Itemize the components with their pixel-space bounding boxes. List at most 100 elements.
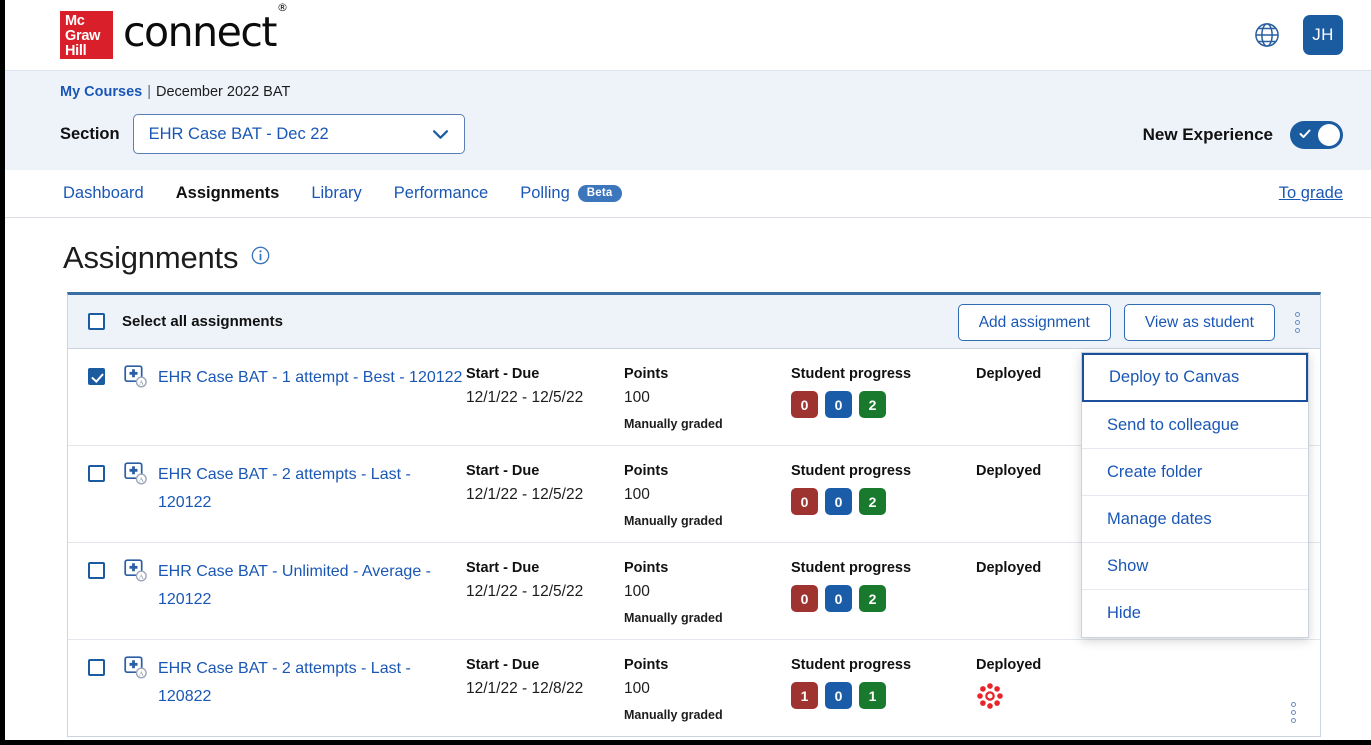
dates-value: 12/1/22 - 12/5/22 — [466, 583, 584, 600]
dates-header: Start - Due — [466, 657, 540, 673]
dates-header: Start - Due — [466, 463, 540, 479]
menu-item-create-folder[interactable]: Create folder — [1082, 449, 1308, 496]
status-badge: 2 — [859, 585, 886, 612]
toolbar-actions: Add assignment View as student — [957, 304, 1306, 341]
view-as-student-button[interactable]: View as student — [1123, 304, 1275, 341]
row-select-cell — [88, 460, 124, 487]
row-checkbox[interactable] — [88, 562, 105, 579]
mcgraw-hill-line3: Hill — [65, 43, 87, 59]
tab-polling[interactable]: Polling Beta — [520, 184, 622, 203]
mcgraw-hill-connect-logo[interactable]: Mc Graw Hill connect® — [60, 1, 288, 59]
new-experience-toggle[interactable] — [1290, 121, 1343, 149]
brand-header: Mc Graw Hill connect® JH — [5, 0, 1371, 70]
points-cell: Points 100 Manually graded — [624, 363, 791, 431]
connect-text: connect — [123, 8, 277, 56]
student-progress-header: Student progress — [791, 366, 912, 382]
menu-item-manage-dates[interactable]: Manage dates — [1082, 496, 1308, 543]
student-progress-cell: Student progress 0 0 2 — [791, 557, 976, 612]
deployed-header: Deployed — [976, 657, 1042, 673]
row-kebab-menu-icon[interactable] — [1284, 702, 1302, 723]
progress-badges: 0 0 2 — [791, 585, 976, 612]
menu-item-show[interactable]: Show — [1082, 543, 1308, 590]
svg-text:A: A — [139, 573, 144, 580]
section-select[interactable]: EHR Case BAT - Dec 22 — [132, 114, 465, 154]
tab-performance[interactable]: Performance — [394, 184, 488, 203]
assignment-name-link[interactable]: EHR Case BAT - 1 attempt - Best - 120122 — [158, 369, 462, 386]
tab-dashboard[interactable]: Dashboard — [63, 184, 144, 203]
page-title: Assignments — [63, 240, 239, 275]
tab-assignments[interactable]: Assignments — [176, 184, 280, 203]
canvas-logo-icon — [977, 683, 1003, 709]
dates-cell: Start - Due 12/1/22 - 12/5/22 — [466, 460, 624, 508]
breadcrumb-my-courses-link[interactable]: My Courses — [60, 84, 142, 100]
chevron-down-icon — [432, 129, 448, 139]
status-badge: 1 — [859, 682, 886, 709]
assignment-name-link[interactable]: EHR Case BAT - 2 attempts - Last - 12082… — [158, 660, 411, 705]
points-header: Points — [624, 463, 669, 479]
dates-cell: Start - Due 12/1/22 - 12/5/22 — [466, 363, 624, 411]
tab-library[interactable]: Library — [311, 184, 361, 203]
assignments-table-toolbar: Select all assignments Add assignment Vi… — [68, 295, 1320, 349]
dates-value: 12/1/22 - 12/5/22 — [466, 389, 584, 406]
status-badge: 1 — [791, 682, 818, 709]
assignment-name-cell: EHR Case BAT - 1 attempt - Best - 120122 — [158, 363, 466, 392]
assignment-type-cell: A — [124, 557, 158, 588]
grading-mode: Manually graded — [624, 708, 723, 722]
student-progress-cell: Student progress 1 0 1 — [791, 654, 976, 709]
tab-assignments-label: Assignments — [175, 184, 280, 202]
points-header: Points — [624, 560, 669, 576]
dates-cell: Start - Due 12/1/22 - 12/5/22 — [466, 557, 624, 605]
status-badge: 0 — [825, 682, 852, 709]
status-badge: 0 — [825, 585, 852, 612]
points-cell: Points 100 Manually graded — [624, 557, 791, 625]
breadcrumb: My Courses | December 2022 BAT — [60, 84, 1343, 100]
avatar-initials: JH — [1312, 25, 1334, 44]
select-all-label: Select all assignments — [122, 313, 283, 330]
add-assignment-button[interactable]: Add assignment — [957, 304, 1111, 341]
assignment-type-cell: A — [124, 654, 158, 685]
beta-badge: Beta — [577, 185, 622, 202]
grading-mode: Manually graded — [624, 417, 723, 431]
dates-header: Start - Due — [466, 560, 540, 576]
student-progress-header: Student progress — [791, 657, 912, 673]
section-select-value: EHR Case BAT - Dec 22 — [148, 124, 329, 143]
student-progress-cell: Student progress 0 0 2 — [791, 460, 976, 515]
progress-badges: 1 0 1 — [791, 682, 976, 709]
connect-wordmark: connect® — [123, 1, 288, 56]
kebab-menu-icon[interactable] — [1288, 312, 1306, 333]
new-experience-toggle-group: New Experience — [1143, 121, 1343, 149]
globe-icon[interactable] — [1253, 21, 1281, 49]
ehr-case-icon: A — [124, 559, 147, 582]
select-all-checkbox[interactable] — [88, 313, 105, 330]
to-grade-link[interactable]: To grade — [1279, 184, 1343, 203]
ehr-case-icon: A — [124, 365, 147, 388]
points-value: 100 — [624, 583, 650, 600]
section-label: Section — [60, 124, 120, 143]
menu-item-deploy-to-canvas[interactable]: Deploy to Canvas — [1082, 353, 1308, 402]
points-cell: Points 100 Manually graded — [624, 654, 791, 722]
status-badge: 0 — [791, 391, 818, 418]
assignment-name-link[interactable]: EHR Case BAT - Unlimited - Average - 120… — [158, 563, 431, 608]
menu-item-send-to-colleague[interactable]: Send to colleague — [1082, 402, 1308, 449]
row-checkbox[interactable] — [88, 659, 105, 676]
menu-item-hide[interactable]: Hide — [1082, 590, 1308, 637]
points-cell: Points 100 Manually graded — [624, 460, 791, 528]
status-badge: 0 — [791, 585, 818, 612]
dates-cell: Start - Due 12/1/22 - 12/8/22 — [466, 654, 624, 702]
status-badge: 2 — [859, 488, 886, 515]
avatar[interactable]: JH — [1303, 15, 1343, 55]
row-checkbox[interactable] — [88, 368, 105, 385]
row-select-cell — [88, 654, 124, 681]
assignment-name-cell: EHR Case BAT - Unlimited - Average - 120… — [158, 557, 466, 614]
tab-performance-label: Performance — [393, 184, 489, 202]
info-icon[interactable] — [251, 246, 270, 270]
assignment-name-link[interactable]: EHR Case BAT - 2 attempts - Last - 12012… — [158, 466, 411, 511]
progress-badges: 0 0 2 — [791, 488, 976, 515]
row-checkbox[interactable] — [88, 465, 105, 482]
page-title-row: Assignments — [5, 218, 1371, 292]
table-row[interactable]: A EHR Case BAT - 2 attempts - Last - 120… — [68, 640, 1320, 736]
dates-value: 12/1/22 - 12/8/22 — [466, 680, 584, 697]
points-value: 100 — [624, 680, 650, 697]
svg-text:A: A — [139, 379, 144, 386]
assignment-name-cell: EHR Case BAT - 2 attempts - Last - 12082… — [158, 654, 466, 711]
